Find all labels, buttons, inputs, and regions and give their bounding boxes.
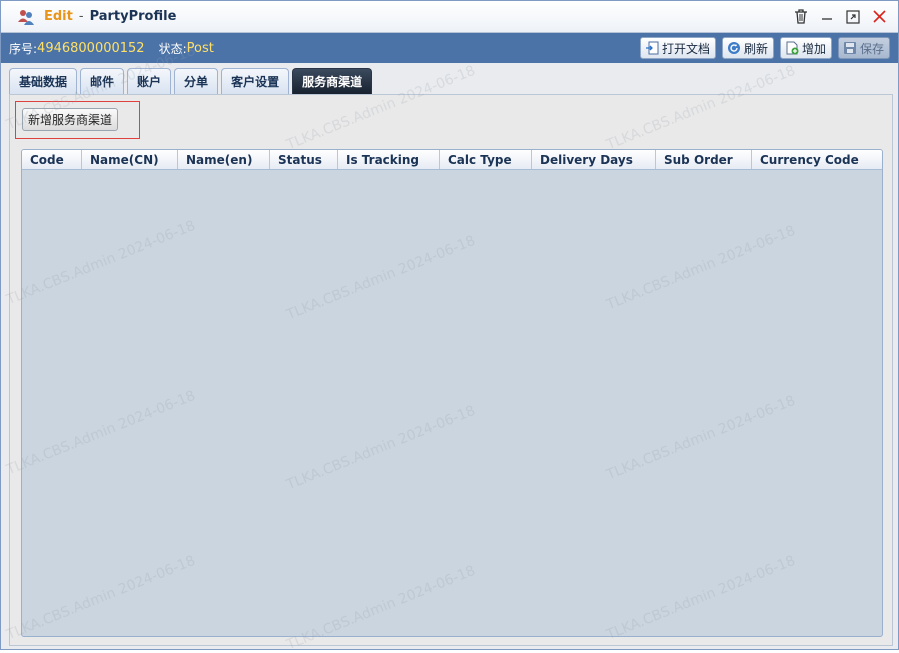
party-profile-window: Edit - PartyProfile 序号: 4946800000152 状态… — [0, 0, 899, 650]
save-button[interactable]: 保存 — [837, 37, 890, 59]
status-value: Post — [186, 40, 214, 56]
column-header-currency-code[interactable]: Currency Code — [752, 150, 882, 169]
minimize-icon[interactable] — [818, 8, 836, 26]
column-header-status[interactable]: Status — [270, 150, 338, 169]
channel-grid: Code Name(CN) Name(en) Status Is Trackin… — [21, 149, 883, 637]
add-service-channel-button[interactable]: 新增服务商渠道 — [22, 108, 119, 131]
close-icon[interactable] — [870, 8, 888, 26]
info-bar: 序号: 4946800000152 状态: Post 打开文档 刷新 增加 保存 — [1, 33, 898, 63]
tab-customer-settings[interactable]: 客户设置 — [221, 68, 290, 94]
save-icon — [843, 42, 856, 54]
column-header-calc-type[interactable]: Calc Type — [440, 150, 532, 169]
save-label: 保存 — [859, 41, 884, 56]
column-header-is-tracking[interactable]: Is Tracking — [338, 150, 440, 169]
open-document-label: 打开文档 — [661, 41, 710, 56]
tab-service-channel[interactable]: 服务商渠道 — [292, 68, 373, 94]
tab-split-order[interactable]: 分单 — [174, 68, 219, 94]
service-channel-panel: 新增服务商渠道 Code Name(CN) Name(en) Status Is… — [9, 94, 893, 646]
title-bar: Edit - PartyProfile — [1, 1, 898, 33]
column-header-name-en[interactable]: Name(en) — [178, 150, 270, 169]
grid-header: Code Name(CN) Name(en) Status Is Trackin… — [22, 150, 882, 170]
refresh-label: 刷新 — [743, 41, 768, 56]
open-document-icon — [645, 41, 659, 55]
serial-value: 4946800000152 — [37, 40, 145, 56]
open-document-button[interactable]: 打开文档 — [639, 37, 716, 59]
tab-basic-data[interactable]: 基础数据 — [9, 68, 78, 94]
users-icon — [18, 9, 34, 25]
column-header-delivery-days[interactable]: Delivery Days — [532, 150, 656, 169]
title-separator: - — [78, 9, 84, 24]
column-header-name-cn[interactable]: Name(CN) — [82, 150, 178, 169]
window-title: PartyProfile — [89, 9, 177, 24]
column-header-sub-order[interactable]: Sub Order — [656, 150, 752, 169]
column-header-code[interactable]: Code — [22, 150, 82, 169]
maximize-icon[interactable] — [844, 8, 862, 26]
tab-strip: 基础数据 邮件 账户 分单 客户设置 服务商渠道 — [9, 68, 373, 94]
delete-icon[interactable] — [792, 8, 810, 26]
serial-label: 序号: — [9, 41, 38, 56]
tab-account[interactable]: 账户 — [127, 68, 172, 94]
add-button[interactable]: 增加 — [779, 37, 832, 59]
add-document-icon — [786, 41, 799, 55]
tab-email[interactable]: 邮件 — [80, 68, 125, 94]
window-mode-label: Edit — [44, 9, 73, 24]
refresh-button[interactable]: 刷新 — [721, 37, 774, 59]
status-label: 状态: — [158, 41, 187, 56]
add-label: 增加 — [801, 41, 826, 56]
refresh-icon — [727, 42, 740, 54]
highlight-box: 新增服务商渠道 — [15, 101, 140, 139]
